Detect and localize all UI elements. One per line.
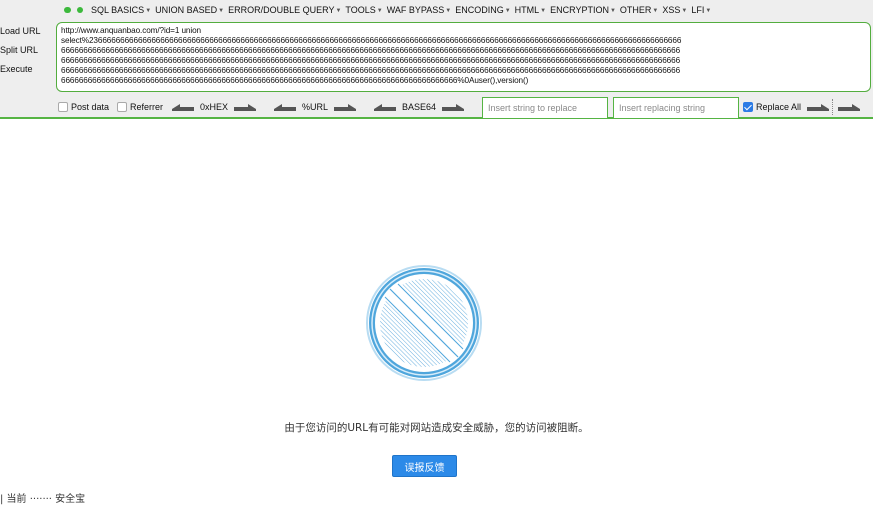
url-line: select%236666666666666666666666666666666…: [61, 36, 682, 45]
replace-all-label: Replace All: [756, 102, 802, 112]
referrer-toggle[interactable]: Referrer: [117, 97, 163, 117]
post-data-label: Post data: [71, 102, 110, 112]
replace-right-arrow-icon[interactable]: [807, 103, 830, 112]
menu-lfi[interactable]: LFI▼: [691, 5, 711, 15]
hackbar-menubar: SQL BASICS▼ UNION BASED▼ ERROR/DOUBLE QU…: [64, 3, 715, 17]
menu-encoding[interactable]: ENCODING▼: [455, 5, 510, 15]
base64-decode-arrow-icon[interactable]: [374, 103, 396, 112]
load-url-button[interactable]: Load URL: [0, 22, 56, 41]
status-dot-icon: [64, 7, 71, 13]
url-line: 6666666666666666666666666666666666666666…: [61, 46, 681, 55]
replace-all-checkbox[interactable]: [743, 102, 753, 112]
hex-label: 0xHEX: [200, 102, 229, 112]
menu-union-based[interactable]: UNION BASED▼: [155, 5, 224, 15]
false-positive-feedback-button[interactable]: 误报反馈: [392, 455, 457, 477]
menu-sql-basics[interactable]: SQL BASICS▼: [91, 5, 151, 15]
menu-other[interactable]: OTHER▼: [620, 5, 658, 15]
url-encode-arrow-icon[interactable]: [334, 103, 357, 112]
status-dot-icon: [77, 7, 83, 13]
menu-xss[interactable]: XSS▼: [662, 5, 687, 15]
toolbar-divider: [832, 99, 833, 115]
referrer-checkbox[interactable]: [117, 102, 127, 112]
url-line: 6666666666666666666666666666666666666666…: [61, 56, 681, 65]
menu-waf-bypass[interactable]: WAF BYPASS▼: [387, 5, 451, 15]
url-line: http://www.anquanbao.com/?id=1 union: [61, 26, 202, 35]
url-decode-arrow-icon[interactable]: [274, 103, 296, 112]
hex-encoder: 0xHEX: [172, 97, 257, 117]
referrer-label: Referrer: [130, 102, 164, 112]
menu-encryption[interactable]: ENCRYPTION▼: [550, 5, 616, 15]
side-actions: Load URL Split URL Execute: [0, 22, 56, 79]
menu-tools[interactable]: TOOLS▼: [345, 5, 382, 15]
split-url-button[interactable]: Split URL: [0, 41, 56, 60]
hackbar-controls: Post data Referrer 0xHEX %URL BASE64 Ins…: [56, 97, 871, 119]
url-label: %URL: [302, 102, 329, 112]
blocked-message: 由于您访问的URL有可能对网站造成安全威胁，您的访问被阻断。: [284, 422, 589, 434]
url-textarea[interactable]: http://www.anquanbao.com/?id=1 union sel…: [56, 22, 871, 92]
replace-string-input[interactable]: Insert string to replace: [482, 97, 608, 119]
post-data-checkbox[interactable]: [58, 102, 68, 112]
menu-error-double-query[interactable]: ERROR/DOUBLE QUERY▼: [228, 5, 341, 15]
hex-encode-arrow-icon[interactable]: [234, 103, 257, 112]
url-encoder: %URL: [274, 97, 357, 117]
url-line: 6666666666666666666666666666666666666666…: [61, 66, 681, 75]
hackbar-toolbar: SQL BASICS▼ UNION BASED▼ ERROR/DOUBLE QU…: [0, 0, 873, 119]
replace-next-arrow-icon[interactable]: [838, 103, 860, 112]
base64-encoder: BASE64: [374, 97, 465, 117]
blocked-icon: [363, 262, 485, 384]
replacing-string-input[interactable]: Insert replacing string: [613, 97, 739, 119]
menu-html[interactable]: HTML▼: [515, 5, 546, 15]
base64-label: BASE64: [402, 102, 437, 112]
execute-button[interactable]: Execute: [0, 60, 56, 79]
replace-all-toggle[interactable]: Replace All: [743, 97, 830, 117]
post-data-toggle[interactable]: Post data: [58, 97, 109, 117]
replace-next-control: [838, 97, 860, 117]
base64-encode-arrow-icon[interactable]: [442, 103, 465, 112]
hex-decode-arrow-icon[interactable]: [172, 103, 194, 112]
url-line: 6666666666666666666666666666666666666666…: [61, 76, 529, 85]
